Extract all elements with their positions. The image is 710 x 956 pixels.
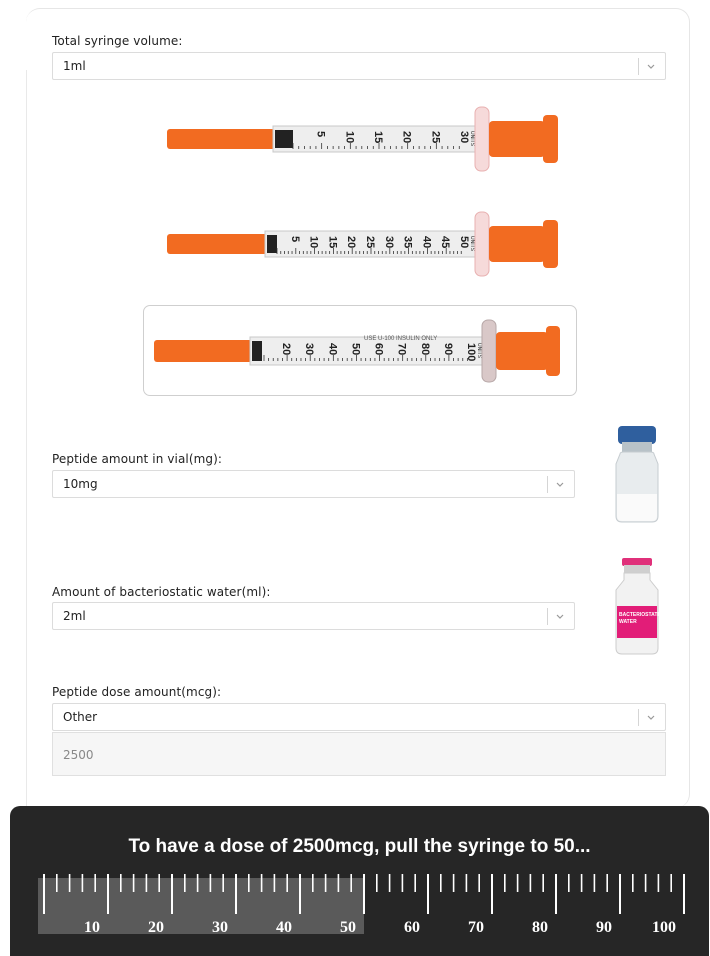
syringe-tick-label: 10: [343, 131, 355, 143]
ruler-scale-label: 40: [276, 919, 292, 936]
water-amount-select[interactable]: 2ml: [52, 602, 575, 630]
peptide-amount-label: Peptide amount in vial(mg):: [52, 452, 223, 466]
syringe-tick-label: 20: [345, 236, 357, 248]
ruler-scale-label: 60: [404, 919, 420, 936]
syringe-tick-label: 40: [420, 236, 432, 248]
ruler-scale-label: 50: [340, 919, 356, 936]
syringe-tick-label: 5: [289, 236, 301, 242]
chevron-down-icon[interactable]: [554, 610, 566, 622]
syringe-option-0.5ml[interactable]: 5 10 15 20 25 30 35 40 45 50 UNITS: [165, 210, 560, 278]
vial-label-line-1: BACTERIOSTATIC: [619, 612, 660, 618]
syringe-tick-label: 100: [465, 343, 477, 361]
peptide-amount-value: 10mg: [63, 477, 98, 491]
syringe-tick-label: 20: [401, 131, 413, 143]
syringe-tick-label: 25: [429, 131, 441, 143]
ruler-scale-label: 90: [596, 919, 612, 936]
syringe-unit-label: UNITS: [476, 343, 482, 359]
syringe-tick-label: 80: [419, 343, 431, 355]
select-separator: [547, 608, 548, 625]
dose-amount-select[interactable]: Other: [52, 703, 666, 731]
syringe-tick-label: 30: [458, 131, 470, 143]
result-panel: To have a dose of 2500mcg, pull the syri…: [10, 806, 709, 956]
syringe-tick-label: 5: [315, 131, 327, 137]
syringe-tick-label: 45: [439, 236, 451, 248]
ruler-scale-label: 20: [148, 919, 164, 936]
syringe-tick-label: 40: [326, 343, 338, 355]
chevron-down-icon[interactable]: [645, 711, 657, 723]
syringe-tick-label: 35: [402, 236, 414, 248]
chevron-down-icon[interactable]: [645, 60, 657, 72]
water-amount-label: Amount of bacteriostatic water(ml):: [52, 585, 271, 599]
peptide-vial-image: [615, 426, 659, 523]
ruler-scale-label: 10: [84, 919, 100, 936]
dose-ruler: 10 20 30 40 50 60 70 80 90 100: [38, 874, 685, 936]
water-vial-image: BACTERIOSTATIC WATER: [615, 558, 660, 655]
water-amount-value: 2ml: [63, 609, 86, 623]
syringe-unit-label: UNITS: [469, 236, 475, 252]
syringe-volume-value: 1ml: [63, 59, 86, 73]
syringe-volume-select[interactable]: 1ml: [52, 52, 666, 80]
select-separator: [638, 58, 639, 75]
result-message: To have a dose of 2500mcg, pull the syri…: [128, 836, 591, 857]
syringe-tick-label: 10: [308, 236, 320, 248]
vial-label-line-2: WATER: [619, 619, 637, 625]
ruler-scale-label: 100: [652, 919, 676, 936]
dose-amount-value: Other: [63, 710, 98, 724]
syringe-tick-label: 20: [280, 343, 292, 355]
syringe-top-text: USE U-100 INSULIN ONLY: [364, 336, 437, 342]
syringe-tick-label: 30: [303, 343, 315, 355]
syringe-tick-label: 70: [396, 343, 408, 355]
dose-amount-label: Peptide dose amount(mcg):: [52, 685, 222, 699]
custom-dose-value: 2500: [63, 748, 94, 762]
syringe-tick-label: 60: [373, 343, 385, 355]
syringe-volume-label: Total syringe volume:: [52, 34, 183, 48]
select-separator: [547, 476, 548, 493]
syringe-tick-label: 15: [372, 131, 384, 143]
custom-dose-input[interactable]: 2500: [52, 732, 666, 776]
syringe-tick-label: 50: [458, 236, 470, 248]
syringe-option-1ml[interactable]: USE U-100 INSULIN ONLY 20 30 40 50 60 70 80 90 1…: [152, 318, 562, 384]
ruler-scale-label: 80: [532, 919, 548, 936]
chevron-down-icon[interactable]: [554, 478, 566, 490]
select-separator: [638, 709, 639, 726]
syringe-tick-label: 90: [442, 343, 454, 355]
syringe-unit-label: UNITS: [469, 131, 475, 147]
syringe-tick-label: 25: [364, 236, 376, 248]
ruler-scale-label: 70: [468, 919, 484, 936]
ruler-scale-label: 30: [212, 919, 228, 936]
card-divider: [26, 70, 27, 810]
syringe-tick-label: 30: [383, 236, 395, 248]
syringe-option-0.3ml[interactable]: 5 10 15 20 25 30 UNITS: [165, 105, 560, 173]
syringe-tick-label: 15: [326, 236, 338, 248]
syringe-tick-label: 50: [349, 343, 361, 355]
peptide-amount-select[interactable]: 10mg: [52, 470, 575, 498]
